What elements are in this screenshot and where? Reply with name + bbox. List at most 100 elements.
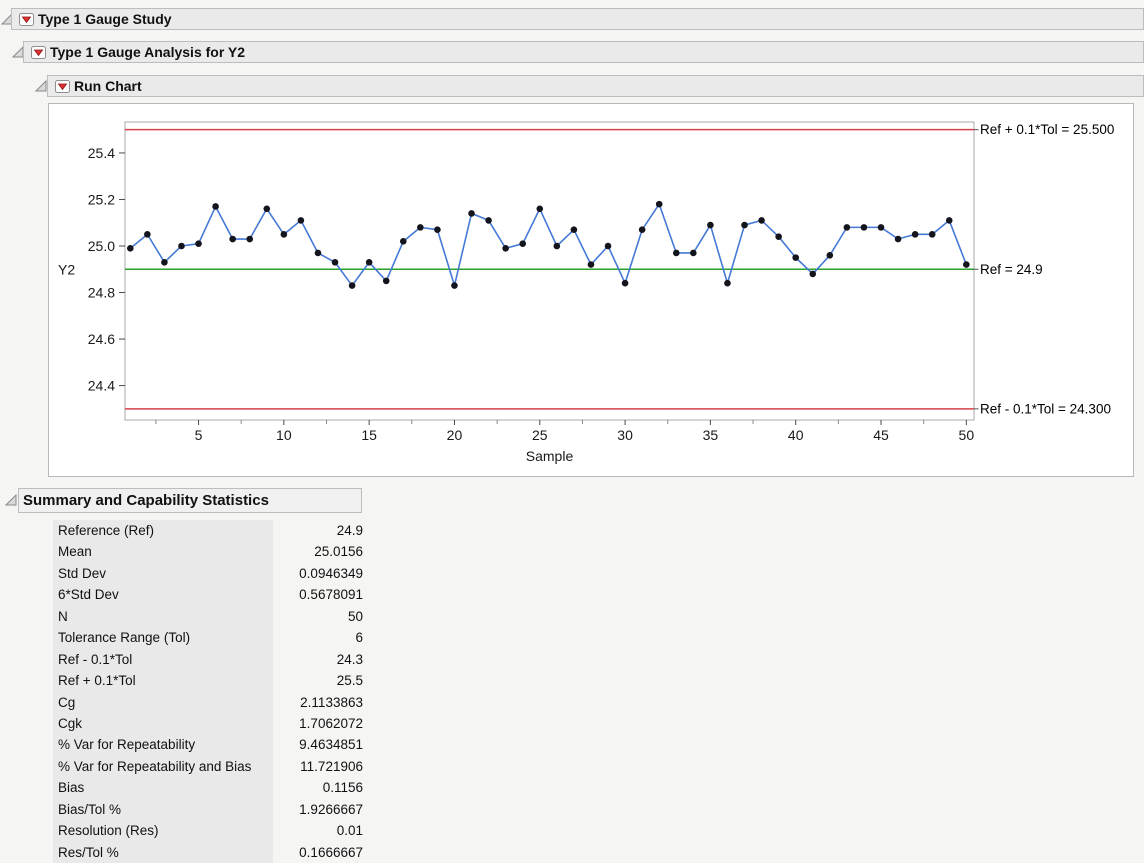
outline-header-type1-gauge-study[interactable]: Type 1 Gauge Study xyxy=(11,8,1144,30)
stat-row: Mean 25.0156 xyxy=(53,541,368,563)
data-point[interactable] xyxy=(638,226,646,234)
y-axis-tick-label: 25.0 xyxy=(88,238,115,254)
data-point[interactable] xyxy=(928,231,936,238)
data-point[interactable] xyxy=(758,217,765,224)
disclosure-triangle-icon[interactable] xyxy=(5,494,17,506)
data-point[interactable] xyxy=(894,235,902,243)
stat-label: % Var for Repeatability and Bias xyxy=(53,755,273,778)
data-point[interactable] xyxy=(860,224,868,231)
data-point[interactable] xyxy=(126,245,134,252)
stat-row: Bias/Tol % 1.9266667 xyxy=(53,798,368,821)
data-point[interactable] xyxy=(331,258,339,266)
stat-label: Tolerance Range (Tol) xyxy=(53,627,273,649)
stat-row: Cgk 1.7062072 xyxy=(53,712,368,735)
stat-label: N xyxy=(53,605,273,628)
data-point[interactable] xyxy=(536,205,544,213)
stat-row: Bias 0.1156 xyxy=(53,777,368,799)
x-axis-tick-label: 50 xyxy=(959,427,975,443)
data-point[interactable] xyxy=(963,261,970,268)
ref-line-label: Ref - 0.1*Tol = 24.300 xyxy=(980,401,1111,416)
x-axis-tick-label: 35 xyxy=(703,427,719,443)
stat-value: 25.5 xyxy=(336,673,363,689)
data-point[interactable] xyxy=(553,242,561,250)
data-point[interactable] xyxy=(382,277,390,285)
stat-label: Resolution (Res) xyxy=(53,820,273,842)
data-point[interactable] xyxy=(229,235,236,243)
data-point[interactable] xyxy=(843,224,851,231)
data-point[interactable] xyxy=(519,240,527,247)
stat-row: Tolerance Range (Tol) 6 xyxy=(53,627,368,649)
x-axis-tick-label: 5 xyxy=(195,427,203,443)
data-point[interactable] xyxy=(690,249,697,257)
outline-header-run-chart[interactable]: Run Chart xyxy=(47,75,1144,97)
stat-label: Cgk xyxy=(53,712,273,735)
data-point[interactable] xyxy=(144,231,151,238)
outline-header-type1-gauge-analysis-y2[interactable]: Type 1 Gauge Analysis for Y2 xyxy=(23,41,1144,63)
data-point[interactable] xyxy=(348,282,356,289)
data-point[interactable] xyxy=(502,245,509,252)
x-axis-tick-label: 20 xyxy=(447,427,463,443)
stat-row: % Var for Repeatability and Bias 11.72190… xyxy=(53,755,368,778)
y-axis-tick-label: 25.2 xyxy=(88,191,115,207)
data-point[interactable] xyxy=(314,249,322,257)
red-triangle-menu-icon[interactable] xyxy=(55,79,70,93)
data-point[interactable] xyxy=(672,249,680,257)
stat-value: 24.3 xyxy=(336,651,363,667)
data-point[interactable] xyxy=(911,231,919,238)
data-point[interactable] xyxy=(570,226,578,234)
data-point[interactable] xyxy=(246,235,254,243)
data-point[interactable] xyxy=(809,270,817,278)
outline-header-summary-statistics[interactable]: Summary and Capability Statistics xyxy=(18,488,362,513)
data-point[interactable] xyxy=(587,261,595,268)
stat-value: 0.5678091 xyxy=(299,587,363,603)
data-point[interactable] xyxy=(399,238,407,245)
x-axis-title: Sample xyxy=(526,448,574,464)
data-point[interactable] xyxy=(212,203,219,210)
data-point[interactable] xyxy=(451,282,458,289)
data-point[interactable] xyxy=(365,258,373,266)
stat-value: 6 xyxy=(355,630,363,646)
data-point[interactable] xyxy=(280,231,288,238)
data-point[interactable] xyxy=(707,221,714,229)
data-point[interactable] xyxy=(826,251,834,259)
data-point[interactable] xyxy=(468,210,475,217)
stat-row: Resolution (Res) 0.01 xyxy=(53,820,368,842)
red-triangle-menu-icon[interactable] xyxy=(31,45,46,59)
stat-label: Cg xyxy=(53,691,273,713)
data-point[interactable] xyxy=(792,254,800,261)
run-chart-plot[interactable]: Ref + 0.1*Tol = 25.500 Ref = 24.9 Ref - 0.… xyxy=(48,103,1134,477)
data-point[interactable] xyxy=(161,258,168,266)
stat-label: Ref - 0.1*Tol xyxy=(53,648,273,671)
data-point[interactable] xyxy=(485,217,492,224)
y-axis-tick-label: 25.4 xyxy=(88,145,115,161)
data-point[interactable] xyxy=(263,205,271,213)
stat-row: Std Dev 0.0946349 xyxy=(53,562,368,585)
data-point[interactable] xyxy=(297,217,305,224)
data-point[interactable] xyxy=(724,279,731,287)
data-point[interactable] xyxy=(417,224,424,231)
stat-row: Ref - 0.1*Tol 24.3 xyxy=(53,648,368,671)
stat-value: 9.4634851 xyxy=(299,737,363,753)
stat-value: 50 xyxy=(347,608,363,624)
x-axis-tick-label: 30 xyxy=(617,427,633,443)
section-title: Run Chart xyxy=(74,78,142,94)
section-title: Type 1 Gauge Analysis for Y2 xyxy=(50,44,246,60)
y-axis-tick-label: 24.6 xyxy=(88,331,115,347)
data-point[interactable] xyxy=(775,233,782,240)
stat-value: 2.1133863 xyxy=(300,694,363,710)
x-axis-tick-label: 40 xyxy=(788,427,804,443)
data-point[interactable] xyxy=(178,242,185,250)
red-triangle-menu-icon[interactable] xyxy=(19,12,34,26)
y-axis-tick-label: 24.8 xyxy=(88,285,115,301)
disclosure-triangle-icon[interactable] xyxy=(35,80,47,92)
data-point[interactable] xyxy=(945,217,953,224)
data-point[interactable] xyxy=(877,224,885,231)
stat-value: 0.01 xyxy=(336,823,363,839)
data-point[interactable] xyxy=(604,242,612,250)
data-point[interactable] xyxy=(655,200,663,208)
section-title: Type 1 Gauge Study xyxy=(38,11,172,27)
data-point[interactable] xyxy=(741,221,748,229)
data-point[interactable] xyxy=(195,240,202,247)
data-point[interactable] xyxy=(621,279,629,287)
data-point[interactable] xyxy=(434,226,441,234)
